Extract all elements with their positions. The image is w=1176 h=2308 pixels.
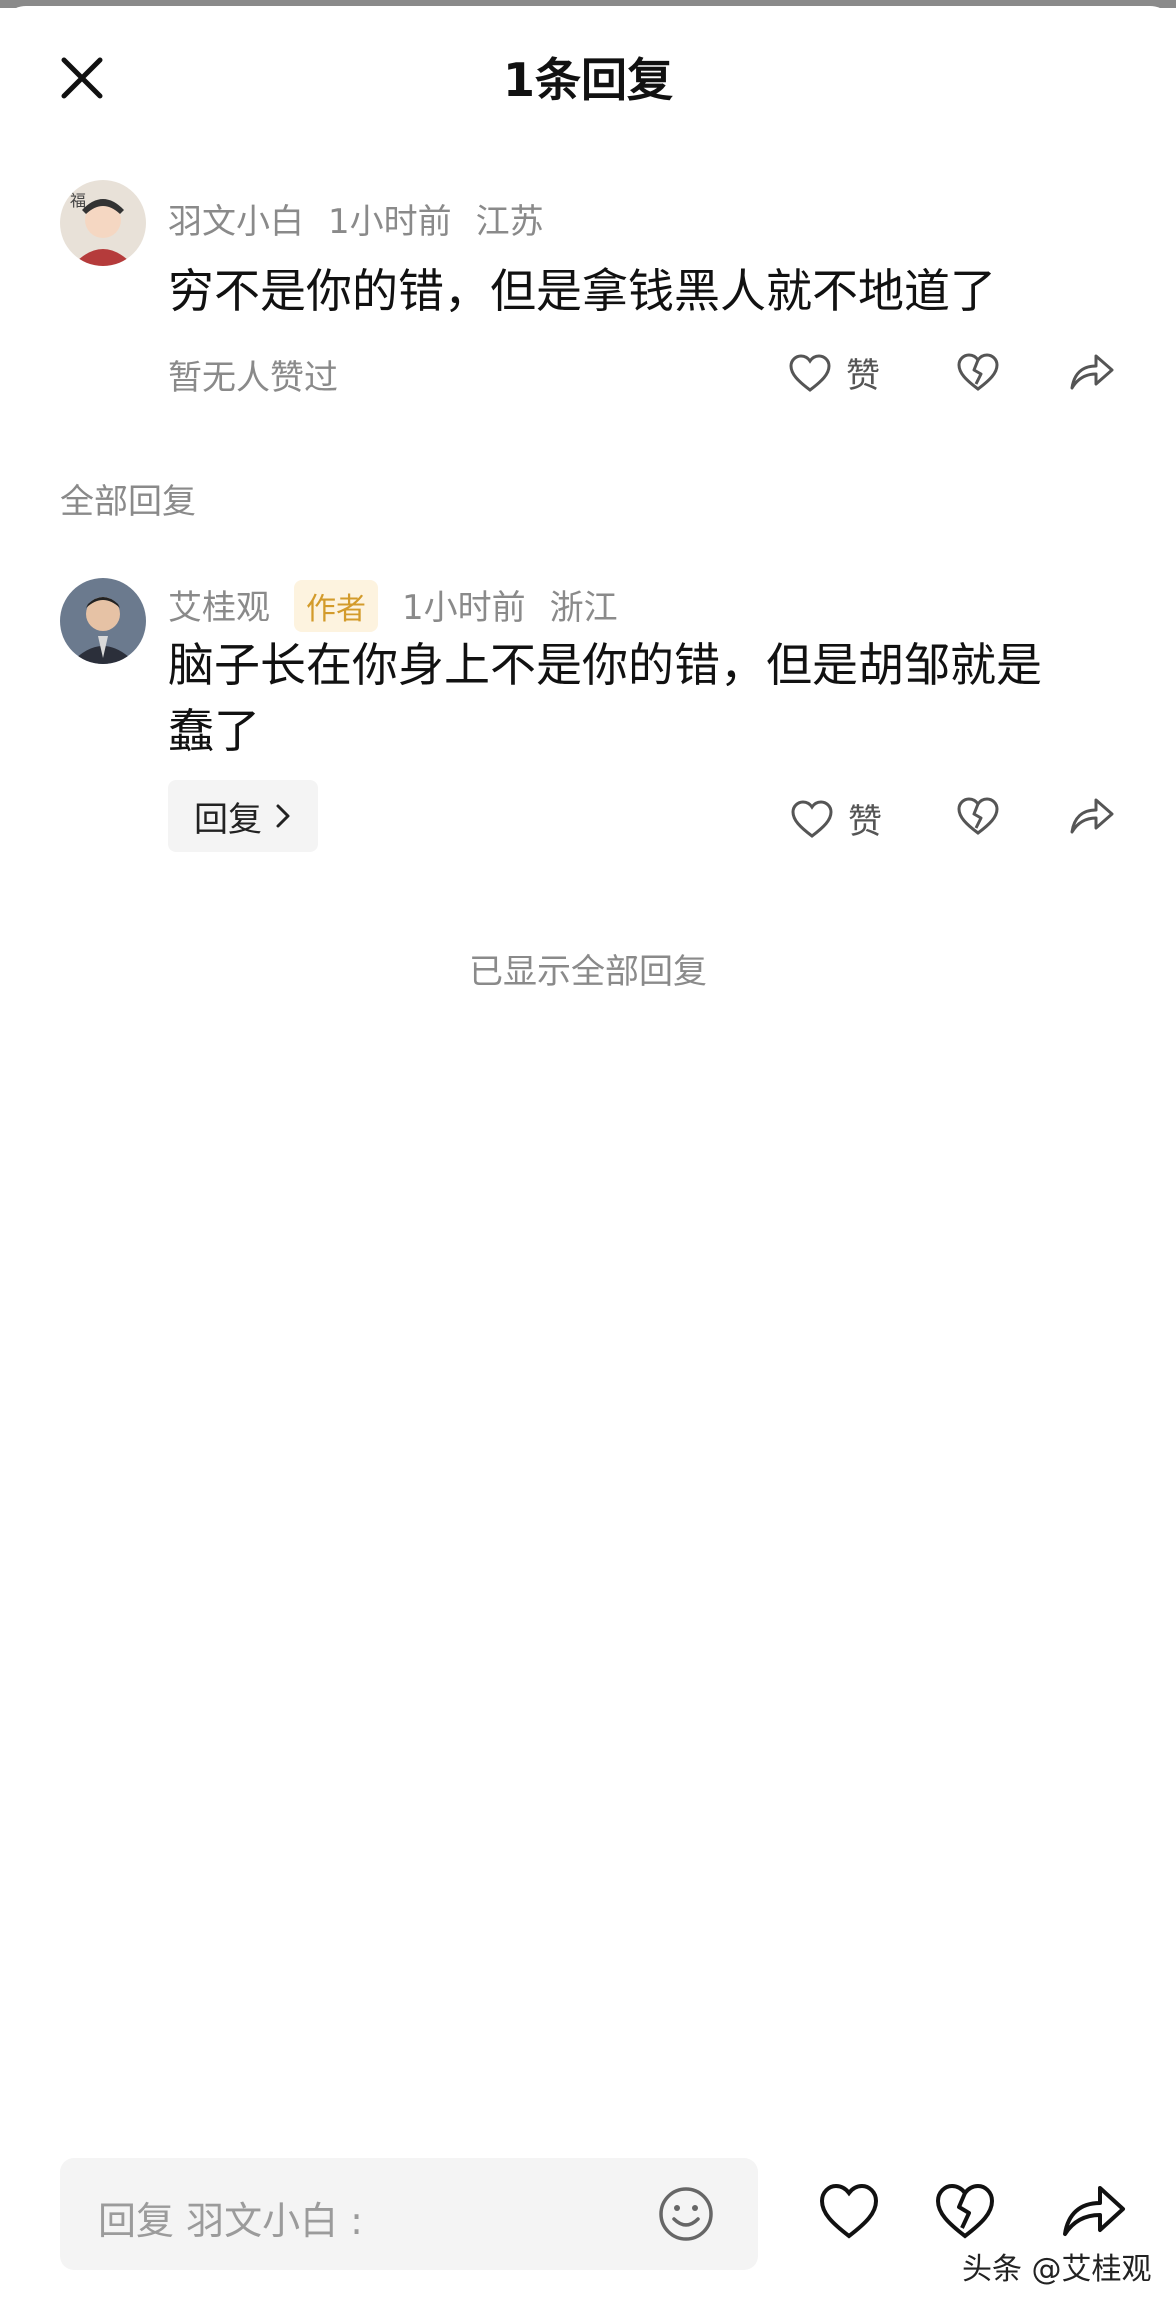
comment-location: 江苏 [475,202,544,242]
like-label: 赞 [846,356,880,396]
share-icon[interactable] [1068,794,1116,836]
comment-time: 1小时前 [328,202,452,242]
author-badge: 作者 [294,580,378,632]
heart-icon [791,799,833,838]
comment-meta: 羽文小白 1小时前 江苏 [168,194,568,243]
watermark: 头条 @艾桂观 [962,2252,1152,2287]
heart-icon [789,353,831,392]
end-of-replies-text: 已显示全部回复 [469,952,707,992]
heart-icon[interactable] [818,2182,880,2240]
broken-heart-icon[interactable] [956,352,1000,392]
reply-meta: 艾桂观 作者 1小时前 浙江 [168,580,642,632]
like-label: 赞 [848,802,882,842]
share-icon[interactable] [1060,2180,1128,2240]
reply-button[interactable]: 回复 [168,780,318,852]
reply-username[interactable]: 艾桂观 [168,588,270,628]
reply-text-line: 蠢了 [168,704,260,758]
reply-input-placeholder: 回复 羽文小白 : [98,2199,363,2243]
avatar[interactable] [60,578,146,664]
svg-text:福: 福 [70,191,86,210]
broken-heart-icon[interactable] [956,796,1000,836]
reply-time: 1小时前 [402,588,526,628]
comment-text: 穷不是你的错，但是拿钱黑人就不地道了 [168,264,996,318]
reply-input[interactable]: 回复 羽文小白 : [60,2158,758,2270]
comment-like-button[interactable]: 赞 [788,348,880,397]
reply-location: 浙江 [549,588,618,628]
share-icon[interactable] [1068,350,1116,392]
no-likes-text: 暂无人赞过 [168,358,338,398]
broken-heart-icon[interactable] [934,2182,996,2240]
comment-username[interactable]: 羽文小白 [168,202,304,242]
reply-text: 脑子长在你身上不是你的错，但是胡邹就是 蠢了 [168,632,1108,764]
section-label: 全部回复 [60,482,196,522]
reply-text-line: 脑子长在你身上不是你的错，但是胡邹就是 [168,638,1042,692]
avatar[interactable]: 福 [60,180,146,266]
page-title: 1条回复 [502,53,673,107]
reply-like-button[interactable]: 赞 [790,794,882,843]
reply-button-label: 回复 [194,799,262,840]
emoji-icon[interactable] [656,2184,716,2244]
chevron-right-icon [276,804,290,828]
